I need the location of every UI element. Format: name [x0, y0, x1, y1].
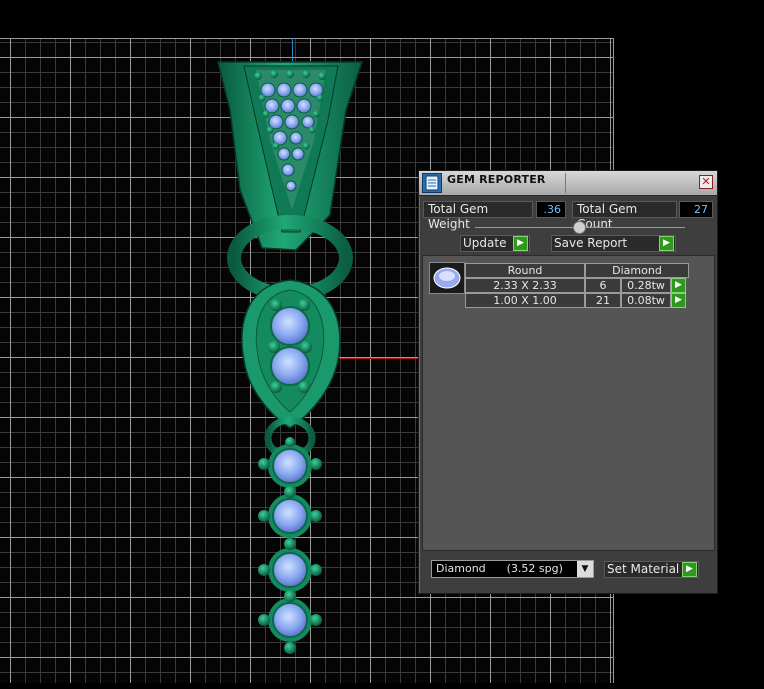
shape-header: Round — [465, 263, 585, 278]
title-separator — [565, 173, 566, 193]
update-label: Update — [463, 236, 507, 250]
y-axis-line — [292, 38, 293, 68]
row-2-go-icon[interactable]: ▶ — [671, 293, 686, 308]
set-material-label: Set Material — [607, 562, 680, 576]
material-dropdown[interactable]: Diamond (3.52 spg) ▼ — [431, 560, 594, 578]
row-1-size: 2.33 X 2.33 — [465, 278, 585, 293]
row-1-weight: 0.28tw — [621, 278, 671, 293]
total-gem-weight-value: .36 — [536, 201, 566, 218]
update-go-icon[interactable]: ▶ — [513, 236, 528, 251]
row-2-size: 1.00 X 1.00 — [465, 293, 585, 308]
slider-thumb[interactable] — [573, 221, 586, 234]
x-axis-line — [330, 358, 420, 359]
close-icon[interactable]: ✕ — [699, 175, 713, 189]
total-gem-count-label: Total Gem Count — [572, 201, 677, 231]
row-2-weight: 0.08tw — [621, 293, 671, 308]
material-header: Diamond — [585, 263, 689, 278]
total-gem-weight-label: Total Gem Weight — [423, 201, 533, 231]
total-gem-count-value: 27 — [679, 201, 713, 218]
row-1-count: 6 — [585, 278, 621, 293]
chevron-down-icon[interactable]: ▼ — [577, 561, 593, 577]
save-report-go-icon[interactable]: ▶ — [659, 236, 674, 251]
round-gem-icon[interactable] — [429, 262, 465, 294]
row-2-count: 21 — [585, 293, 621, 308]
save-report-label: Save Report — [554, 236, 628, 250]
row-1-go-icon[interactable]: ▶ — [671, 278, 686, 293]
gem-reporter-icon — [422, 173, 442, 193]
set-material-go-icon[interactable]: ▶ — [682, 562, 697, 577]
set-material-button[interactable]: Set Material ▶ — [604, 561, 699, 578]
material-selected-value: Diamond (3.52 spg) — [436, 562, 563, 575]
panel-titlebar[interactable]: GEM REPORTER ✕ — [419, 171, 717, 196]
gem-report-area: Round Diamond 2.33 X 2.33 6 0.28tw ▶ 1.0… — [422, 255, 715, 551]
update-button[interactable]: Update ▶ — [460, 235, 530, 252]
save-report-button[interactable]: Save Report ▶ — [551, 235, 676, 252]
gem-reporter-panel: GEM REPORTER ✕ Total Gem Weight .36 Tota… — [418, 170, 718, 594]
panel-title: GEM REPORTER — [447, 173, 546, 186]
